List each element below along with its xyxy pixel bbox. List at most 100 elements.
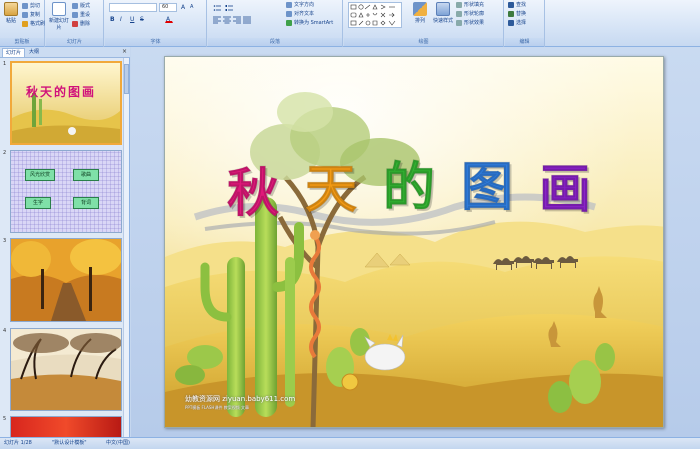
slide-thumbnail-3[interactable] xyxy=(10,238,122,322)
delete-slide-button[interactable]: 删除 xyxy=(72,20,90,28)
paste-button[interactable]: 粘贴 xyxy=(2,2,20,24)
slide-thumbnail-4[interactable] xyxy=(10,328,122,411)
quick-styles-button[interactable]: 快速样式 xyxy=(432,2,454,24)
arrange-button[interactable]: 排列 xyxy=(410,2,430,24)
slide-2-button-scenery: 风光欣赏 xyxy=(25,169,55,181)
select-arrow-icon xyxy=(508,19,514,26)
justify-button[interactable] xyxy=(242,15,251,24)
font-color-button[interactable]: A xyxy=(165,15,173,23)
copy-button[interactable]: 复制 xyxy=(22,11,40,19)
slide-thumbnail-row[interactable]: 5 xyxy=(0,416,124,437)
watermark-subtext: PPT模板 FLASH课件 教案视频 文章 xyxy=(185,405,249,410)
shape-fill-button[interactable]: 形状填充 xyxy=(456,1,484,9)
watermark-text: 幼教资源网 ziyuan.baby611.com xyxy=(185,395,296,403)
italic-button[interactable]: I xyxy=(119,15,127,23)
binoculars-icon xyxy=(508,1,514,8)
slide-1-title: 秋天的图画 xyxy=(26,85,97,99)
slide-2-button-song: 歌曲 xyxy=(73,169,99,181)
title-char: 的 xyxy=(382,157,436,219)
theme-name: "默认设计模板" xyxy=(52,440,87,446)
text-direction-icon xyxy=(286,1,292,8)
replace-button[interactable]: 替换 xyxy=(508,10,526,18)
layout-button[interactable]: 版式 xyxy=(72,2,90,10)
bold-button[interactable]: B xyxy=(109,15,117,23)
font-name-combo[interactable] xyxy=(109,3,157,12)
grow-font-button[interactable]: A xyxy=(180,3,188,11)
align-center-button[interactable] xyxy=(222,15,231,24)
paste-icon xyxy=(4,2,18,16)
slide-2-button-recite: 背词 xyxy=(73,197,99,209)
align-right-button[interactable] xyxy=(232,15,241,24)
slide-editing-area: 秋 天 的 图 画 幼教资源网 ziyuan.baby611.com PPT模板… xyxy=(131,47,700,437)
paragraph-group-label: 段落 xyxy=(208,38,342,46)
reset-button[interactable]: 重设 xyxy=(72,11,90,19)
close-panel-icon[interactable]: × xyxy=(122,48,127,55)
slide-number: 3 xyxy=(3,238,7,244)
slide-background-illustration xyxy=(165,57,663,427)
underline-button[interactable]: U xyxy=(129,15,137,23)
shrink-font-button[interactable]: A xyxy=(189,3,197,11)
slide-number: 5 xyxy=(3,416,7,422)
current-slide[interactable]: 秋 天 的 图 画 幼教资源网 ziyuan.baby611.com PPT模板… xyxy=(164,56,664,428)
tab-slides[interactable]: 幻灯片 xyxy=(2,48,26,57)
align-center-icon xyxy=(223,16,231,24)
align-text-button[interactable]: 对齐文本 xyxy=(286,10,314,18)
slide-thumbnail-row[interactable]: 4 xyxy=(0,328,124,412)
scissors-icon xyxy=(22,2,28,9)
select-button[interactable]: 选择 xyxy=(508,19,526,27)
delete-icon xyxy=(72,20,78,27)
reset-icon xyxy=(72,11,78,18)
bullets-button[interactable] xyxy=(212,3,221,11)
shape-effects-button[interactable]: 形状效果 xyxy=(456,19,484,27)
convert-smartart-button[interactable]: 转换为 SmartArt xyxy=(286,19,333,27)
find-button[interactable]: 查找 xyxy=(508,1,526,9)
new-slide-button[interactable]: 新建幻灯片 xyxy=(48,2,70,31)
editing-group-label: 编辑 xyxy=(505,38,544,46)
slide-1-preview xyxy=(12,63,120,143)
status-bar: 幻灯片 1/28 "默认设计模板" 中文(中国) xyxy=(0,437,700,449)
cut-button[interactable]: 剪切 xyxy=(22,2,40,10)
layout-icon xyxy=(72,2,78,9)
tab-outline[interactable]: 大纲 xyxy=(26,48,42,57)
replace-icon xyxy=(508,10,514,17)
slide-thumbnail-row[interactable]: 3 xyxy=(0,238,124,324)
align-text-icon xyxy=(286,10,292,17)
new-slide-icon xyxy=(52,2,66,16)
slide-thumbnail-5[interactable] xyxy=(10,416,122,437)
arrange-icon xyxy=(413,2,427,16)
scrollbar-thumb[interactable] xyxy=(124,64,129,94)
panel-tabs: 幻灯片 大纲 × xyxy=(0,47,130,58)
slide-4-preview xyxy=(11,329,121,410)
align-left-button[interactable] xyxy=(212,15,221,24)
font-group-label: 字体 xyxy=(105,38,206,46)
smartart-icon xyxy=(286,19,292,26)
title-char: 天 xyxy=(304,159,358,221)
strikethrough-button[interactable]: S xyxy=(139,15,147,23)
format-painter-button[interactable]: 格式刷 xyxy=(22,20,45,28)
bullets-icon xyxy=(213,5,221,11)
slide-title[interactable]: 秋 天 的 图 画 xyxy=(226,151,607,225)
shape-outline-button[interactable]: 形状轮廓 xyxy=(456,10,484,18)
shapes-gallery[interactable] xyxy=(348,2,402,28)
numbering-icon xyxy=(225,5,233,11)
slide-2-button-characters: 生字 xyxy=(25,197,51,209)
font-size-combo[interactable]: 60 xyxy=(159,3,177,12)
slide-number: 2 xyxy=(3,150,7,156)
justify-icon xyxy=(243,16,251,24)
thumbnail-scrollbar[interactable] xyxy=(123,58,129,437)
ribbon: 粘贴 剪切 复制 格式刷 剪贴板 新建幻灯片 版式 重设 删除 幻灯片 60 A… xyxy=(0,0,700,47)
text-direction-button[interactable]: 文字方向 xyxy=(286,1,314,9)
brush-icon xyxy=(22,20,28,27)
slide-thumbnail-row[interactable]: 2 风光欣赏 歌曲 生字 背词 xyxy=(0,150,124,234)
numbering-button[interactable] xyxy=(224,3,233,11)
slide-thumbnail-row[interactable]: 1 秋天的图画 xyxy=(0,61,124,147)
slides-group-label: 幻灯片 xyxy=(46,38,103,46)
slide-thumbnail-2[interactable]: 风光欣赏 歌曲 生字 背词 xyxy=(10,150,122,233)
slide-counter: 幻灯片 1/28 xyxy=(4,440,32,446)
clipboard-group-label: 剪贴板 xyxy=(0,38,44,46)
slides-panel: 幻灯片 大纲 × 1 秋天的图画 2 风光欣赏 歌曲 生字 背词 3 4 5 xyxy=(0,47,130,437)
language-indicator[interactable]: 中文(中国) xyxy=(106,438,130,449)
slide-thumbnail-1[interactable]: 秋天的图画 xyxy=(10,61,122,145)
fill-bucket-icon xyxy=(456,1,462,8)
outline-pen-icon xyxy=(456,10,462,17)
